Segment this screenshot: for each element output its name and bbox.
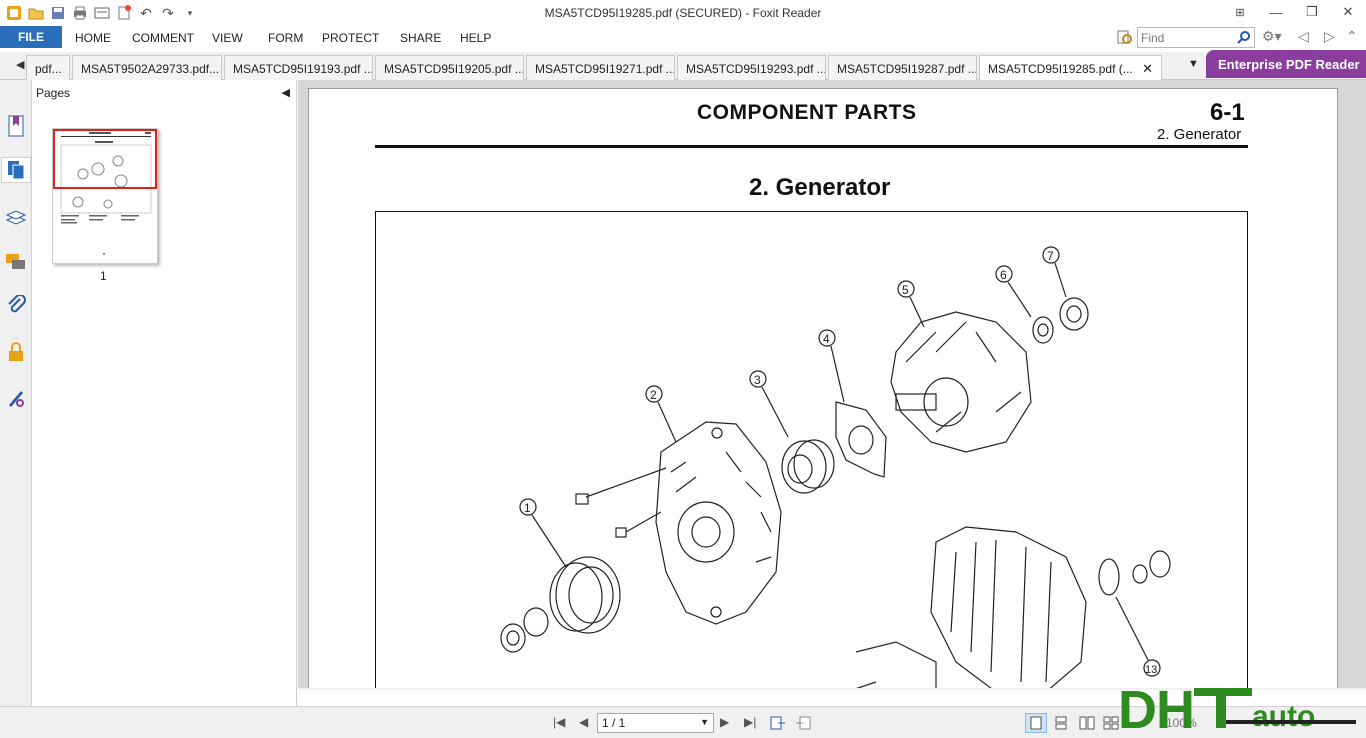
pages-panel-title: Pages bbox=[36, 86, 71, 100]
callout-label: 6 bbox=[1000, 268, 1007, 282]
tab-label: MSA5TCD95I19205.pdf ... bbox=[384, 62, 524, 76]
menu-file[interactable]: FILE bbox=[0, 26, 62, 48]
signature-icon[interactable] bbox=[3, 385, 29, 411]
tab-list-dropdown-icon[interactable]: ▼ bbox=[1188, 58, 1199, 70]
page-number-heading: 6-1 bbox=[1210, 99, 1245, 126]
enterprise-pdf-reader-banner[interactable]: Enterprise PDF Reader bbox=[1206, 50, 1366, 78]
title-bar: ↶ ↷ ▾ MSA5TCD95I19285.pdf (SECURED) - Fo… bbox=[0, 0, 1366, 26]
document-tab[interactable]: pdf... bbox=[26, 55, 70, 80]
document-tab[interactable]: MSA5TCD95I19205.pdf ... bbox=[375, 55, 524, 80]
last-page-icon[interactable]: ▶| bbox=[744, 715, 756, 729]
close-tab-icon[interactable]: ✕ bbox=[1142, 61, 1153, 77]
close-window-button[interactable]: ✕ bbox=[1330, 0, 1366, 24]
next-view-icon[interactable] bbox=[792, 713, 814, 733]
callout-label: 3 bbox=[754, 373, 761, 387]
minimize-button[interactable]: — bbox=[1258, 0, 1294, 24]
svg-text:D: D bbox=[1118, 680, 1157, 738]
callout-label: 7 bbox=[1047, 249, 1054, 263]
visible-area-highlight[interactable] bbox=[53, 129, 157, 189]
document-tab[interactable]: MSA5T9502A29733.pdf... bbox=[72, 55, 222, 80]
ribbon-menu-bar: FILE HOME COMMENT VIEW FORM PROTECT SHAR… bbox=[0, 26, 1366, 50]
single-page-view-icon[interactable] bbox=[1025, 713, 1047, 733]
restore-panels-icon[interactable]: ⊞ bbox=[1222, 0, 1258, 24]
tab-label: MSA5TCD95I19271.pdf ... bbox=[535, 62, 675, 76]
collapse-ribbon-icon[interactable]: ⌃ bbox=[1346, 28, 1358, 45]
callout-label: 5 bbox=[902, 283, 909, 297]
navigation-rail bbox=[0, 80, 32, 706]
menu-view[interactable]: VIEW bbox=[212, 31, 243, 45]
document-tab[interactable]: MSA5TCD95I19287.pdf ... bbox=[828, 55, 977, 80]
header-rule bbox=[375, 145, 1248, 148]
document-tab[interactable]: MSA5TCD95I19293.pdf ... bbox=[677, 55, 826, 80]
find-field[interactable] bbox=[1137, 27, 1255, 48]
callout-label: 4 bbox=[823, 332, 830, 346]
document-tab-active[interactable]: MSA5TCD95I19285.pdf (... ✕ bbox=[979, 55, 1162, 81]
tab-label: MSA5TCD95I19293.pdf ... bbox=[686, 62, 826, 76]
exploded-view-diagram: 1 2 3 4 5 6 7 13 bbox=[375, 211, 1248, 690]
settings-gear-icon[interactable]: ⚙▾ bbox=[1262, 28, 1282, 45]
watermark-logo: D H auto bbox=[1116, 676, 1366, 738]
window-title: MSA5TCD95I19285.pdf (SECURED) - Foxit Re… bbox=[544, 6, 822, 20]
page-thumbnail[interactable] bbox=[52, 128, 158, 264]
page-indicator: 1 / 1 bbox=[602, 716, 626, 730]
find-input[interactable] bbox=[1138, 28, 1234, 47]
page-subheader: 2. Generator bbox=[1157, 126, 1242, 143]
document-tab-strip: ◀ pdf... MSA5T9502A29733.pdf... MSA5TCD9… bbox=[0, 52, 1366, 81]
pages-thumbnails-icon[interactable] bbox=[1, 157, 31, 183]
menu-share[interactable]: SHARE bbox=[400, 31, 441, 45]
maximize-button[interactable]: ❐ bbox=[1294, 0, 1330, 24]
document-view: COMPONENT PARTS 6-1 2. Generator 2. Gene… bbox=[298, 80, 1366, 690]
search-icon[interactable] bbox=[1237, 30, 1251, 47]
callout-label: 13 bbox=[1145, 664, 1157, 676]
tab-scroll-left-icon[interactable]: ◀ bbox=[16, 58, 24, 71]
document-tab[interactable]: MSA5TCD95I19271.pdf ... bbox=[526, 55, 675, 80]
callout-label: 1 bbox=[524, 501, 531, 515]
tab-label: MSA5TCD95I19285.pdf (... bbox=[988, 62, 1133, 76]
comments-icon[interactable] bbox=[3, 249, 29, 275]
tab-label: pdf... bbox=[35, 62, 62, 76]
next-page-icon[interactable]: ▶ bbox=[720, 715, 729, 729]
tab-label: MSA5T9502A29733.pdf... bbox=[81, 62, 220, 76]
menu-home[interactable]: HOME bbox=[75, 31, 111, 45]
bookmarks-icon[interactable] bbox=[3, 113, 29, 139]
previous-page-icon[interactable]: ◀ bbox=[579, 715, 588, 729]
pages-panel: Pages ◀ 1 bbox=[32, 80, 297, 706]
generator-exploded-drawing: 1 2 3 4 5 6 7 13 bbox=[500, 246, 1171, 690]
find-options-icon[interactable] bbox=[1116, 28, 1134, 46]
collapse-panel-icon[interactable]: ◀ bbox=[282, 86, 290, 99]
next-result-icon[interactable]: ▷ bbox=[1324, 28, 1335, 45]
attachments-icon[interactable] bbox=[3, 293, 29, 319]
menu-comment[interactable]: COMMENT bbox=[132, 31, 194, 45]
chevron-down-icon: ▼ bbox=[700, 717, 709, 727]
security-lock-icon[interactable] bbox=[3, 339, 29, 365]
previous-result-icon[interactable]: ◁ bbox=[1298, 28, 1309, 45]
menu-help[interactable]: HELP bbox=[460, 31, 491, 45]
tab-label: MSA5TCD95I19193.pdf ... bbox=[233, 62, 373, 76]
section-title: 2. Generator bbox=[749, 174, 891, 201]
continuous-view-icon[interactable] bbox=[1050, 713, 1072, 733]
layers-icon[interactable] bbox=[3, 204, 29, 230]
svg-text:auto: auto bbox=[1252, 700, 1315, 733]
first-page-icon[interactable]: |◀ bbox=[553, 715, 565, 729]
callout-label: 2 bbox=[650, 388, 657, 402]
page-thumbnail-label: 1 bbox=[100, 269, 107, 283]
menu-protect[interactable]: PROTECT bbox=[322, 31, 379, 45]
page-number-select[interactable]: 1 / 1 ▼ bbox=[597, 713, 714, 733]
previous-view-icon[interactable] bbox=[767, 713, 789, 733]
pdf-page: COMPONENT PARTS 6-1 2. Generator 2. Gene… bbox=[308, 88, 1338, 690]
tab-label: MSA5TCD95I19287.pdf ... bbox=[837, 62, 977, 76]
svg-text:H: H bbox=[1156, 680, 1195, 738]
dhtauto-logo-image: D H auto bbox=[1118, 680, 1356, 738]
menu-form[interactable]: FORM bbox=[268, 31, 303, 45]
document-tab[interactable]: MSA5TCD95I19193.pdf ... bbox=[224, 55, 373, 80]
facing-view-icon[interactable] bbox=[1076, 713, 1098, 733]
page-header-title: COMPONENT PARTS bbox=[697, 101, 917, 124]
